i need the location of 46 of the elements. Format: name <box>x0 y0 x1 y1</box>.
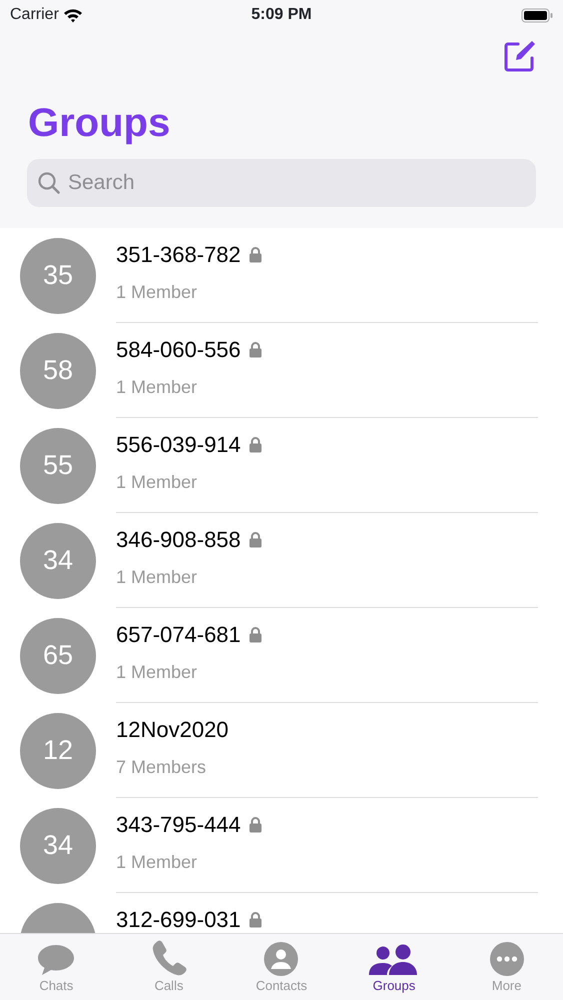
lock-icon <box>248 816 262 833</box>
wifi-icon <box>62 8 83 22</box>
group-name: 12Nov2020 <box>116 716 229 744</box>
member-count: 1 Member <box>116 281 198 304</box>
member-count: 1 Member <box>116 376 198 399</box>
tab-button[interactable]: Groups <box>338 934 450 1000</box>
group-name: 584-060-556 <box>116 336 241 364</box>
group-avatar: 35 <box>20 238 96 314</box>
group-avatar: 34 <box>20 522 96 598</box>
tab-button[interactable]: More <box>450 934 563 1000</box>
lock-icon <box>248 436 262 453</box>
member-count: 1 Member <box>116 661 198 684</box>
people-icon <box>369 944 420 976</box>
group-avatar: 65 <box>20 618 96 694</box>
group-name: 657-074-681 <box>116 621 241 649</box>
group-avatar: 55 <box>20 428 96 504</box>
speech-bubble-icon <box>37 944 76 976</box>
lock-icon <box>248 626 262 643</box>
member-count: 1 Member <box>116 471 198 494</box>
tab-button[interactable]: Contacts <box>225 934 338 1000</box>
group-avatar: 34 <box>20 808 96 884</box>
more-icon <box>490 942 524 976</box>
member-count: 1 Member <box>116 851 198 874</box>
compose-icon[interactable] <box>503 40 537 74</box>
person-icon <box>264 942 298 976</box>
member-count: 1 Member <box>116 566 198 589</box>
tab-button[interactable]: Calls <box>112 934 226 1000</box>
member-count: 7 Members <box>116 756 208 779</box>
group-avatar: 58 <box>20 332 96 408</box>
search-field[interactable]: Search <box>27 159 536 207</box>
lock-icon <box>248 911 262 928</box>
carrier-label: Carrier <box>10 5 59 25</box>
group-name: 312-699-031 <box>116 906 241 933</box>
page-title: Groups <box>28 103 172 143</box>
lock-icon <box>248 246 262 263</box>
group-avatar: 12 <box>20 712 96 788</box>
group-name: 343-795-444 <box>116 811 241 839</box>
group-name: 346-908-858 <box>116 526 241 554</box>
lock-icon <box>248 341 262 358</box>
phone-icon <box>150 940 187 976</box>
battery-icon <box>521 8 553 22</box>
tab-button[interactable]: Chats <box>0 934 113 1000</box>
clock-time: 5:09 PM <box>251 5 312 25</box>
group-name: 351-368-782 <box>116 241 241 269</box>
group-name: 556-039-914 <box>116 431 241 459</box>
lock-icon <box>248 531 262 548</box>
